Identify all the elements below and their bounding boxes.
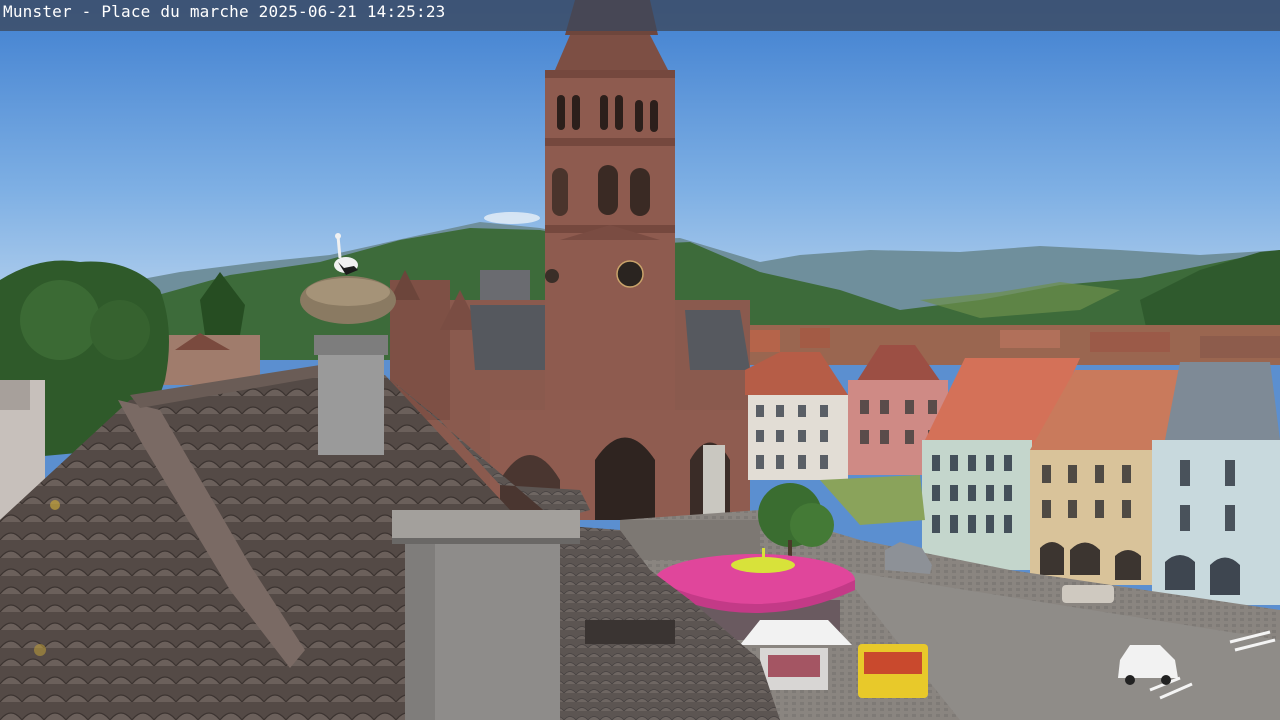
camera-overlay-bar: Munster - Place du marche 2025-06-21 14:… bbox=[0, 0, 1280, 31]
parked-car bbox=[1062, 585, 1114, 603]
white-house bbox=[745, 352, 848, 480]
location-label: Munster - Place du marche bbox=[3, 2, 249, 21]
time-label: 14:25:23 bbox=[366, 2, 446, 21]
grass-strip bbox=[820, 475, 925, 525]
chimney-front bbox=[392, 510, 580, 720]
church-entrance bbox=[595, 437, 655, 520]
cloud bbox=[484, 212, 540, 224]
food-cart bbox=[858, 644, 928, 698]
church-clock bbox=[616, 260, 644, 288]
webcam-scene bbox=[0, 0, 1280, 720]
date-label: 2025-06-21 bbox=[258, 2, 357, 21]
camera-timestamp: Munster - Place du marche 2025-06-21 14:… bbox=[3, 2, 446, 22]
